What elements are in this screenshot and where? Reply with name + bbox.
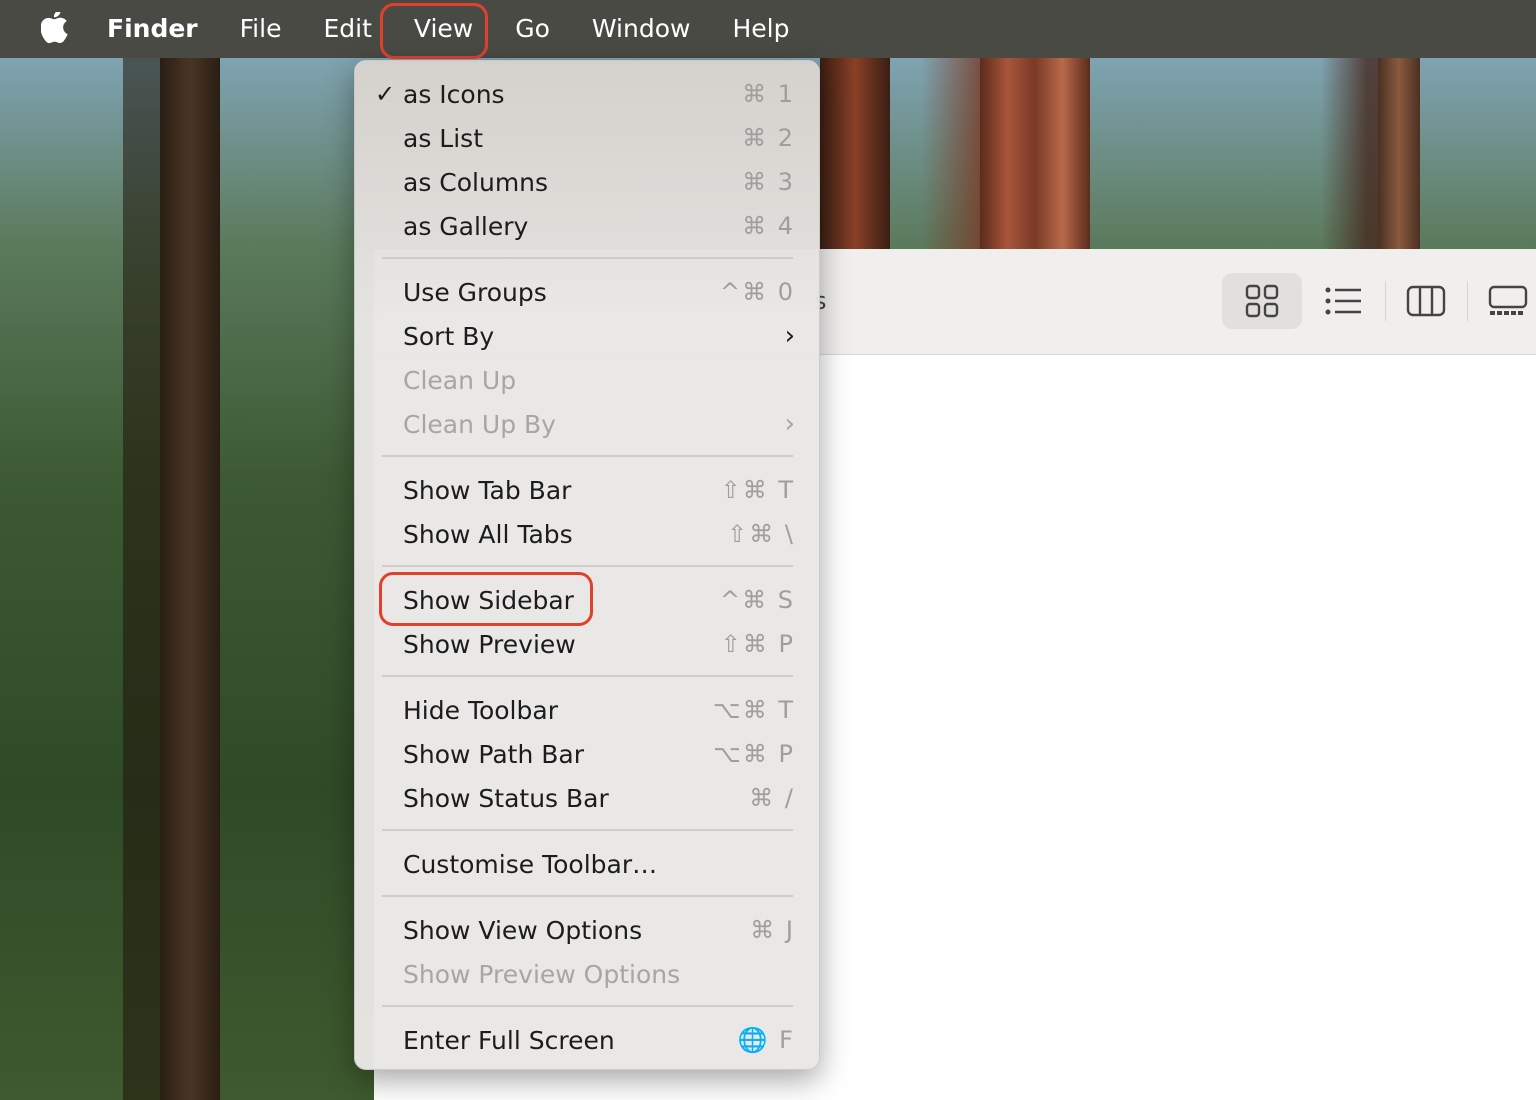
menubar-item-view[interactable]: View — [392, 0, 495, 58]
wallpaper-tree-trunk — [1378, 58, 1420, 250]
keyboard-shortcut: ⌥⌘ T — [713, 696, 795, 724]
menu-item-as-icons[interactable]: ✓ as Icons ⌘ 1 — [355, 72, 821, 116]
menu-item-show-tab-bar[interactable]: Show Tab Bar ⇧⌘ T — [355, 468, 821, 512]
gallery-view-button[interactable] — [1468, 273, 1536, 329]
icon-view-icon — [1245, 284, 1279, 318]
keyboard-shortcut: ⌘ 2 — [742, 124, 795, 152]
chevron-right-icon: › — [784, 321, 795, 351]
wallpaper-tree-trunk — [820, 58, 890, 250]
menu-separator — [382, 1005, 793, 1007]
menu-item-label: Show Path Bar — [403, 739, 585, 769]
menu-bar: Finder File Edit View Go Window Help — [0, 0, 1536, 58]
menu-item-as-list[interactable]: as List ⌘ 2 — [355, 116, 821, 160]
menu-item-show-preview-options: Show Preview Options — [355, 952, 821, 996]
menu-item-show-preview[interactable]: Show Preview ⇧⌘ P — [355, 622, 821, 666]
keyboard-shortcut: ^⌘ 0 — [719, 278, 795, 306]
menu-item-as-columns[interactable]: as Columns ⌘ 3 — [355, 160, 821, 204]
menu-item-label: Hide Toolbar — [403, 695, 558, 725]
keyboard-shortcut: ⌘ 4 — [742, 212, 795, 240]
keyboard-shortcut: ⌥⌘ P — [713, 740, 795, 768]
keyboard-shortcut: ⌘ J — [750, 916, 795, 944]
keyboard-shortcut: ⇧⌘ \ — [727, 520, 795, 548]
menu-item-label: Show Tab Bar — [403, 475, 572, 505]
menu-item-label: Show All Tabs — [403, 519, 573, 549]
menu-item-clean-up-by: Clean Up By › — [355, 402, 821, 446]
keyboard-shortcut: ⌘ 1 — [742, 80, 795, 108]
menu-item-label: as Gallery — [403, 211, 529, 241]
menu-item-show-status-bar[interactable]: Show Status Bar ⌘ / — [355, 776, 821, 820]
menu-item-as-gallery[interactable]: as Gallery ⌘ 4 — [355, 204, 821, 248]
keyboard-shortcut: ⌘ 3 — [742, 168, 795, 196]
checkmark-icon: ✓ — [375, 80, 396, 108]
view-dropdown-menu: ✓ as Icons ⌘ 1 as List ⌘ 2 as Columns ⌘ 3 as Ga… — [354, 60, 820, 1070]
menu-item-sort-by[interactable]: Sort By › — [355, 314, 821, 358]
apple-menu[interactable] — [36, 12, 76, 46]
keyboard-shortcut: ^⌘ S — [720, 586, 795, 614]
menubar-item-file[interactable]: File — [219, 0, 303, 58]
column-view-button[interactable] — [1386, 273, 1466, 329]
menubar-item-edit[interactable]: Edit — [302, 0, 392, 58]
menu-item-label: as Icons — [403, 79, 505, 109]
menu-item-show-path-bar[interactable]: Show Path Bar ⌥⌘ P — [355, 732, 821, 776]
keyboard-shortcut: ⌘ / — [749, 784, 795, 812]
menu-item-use-groups[interactable]: Use Groups ^⌘ 0 — [355, 270, 821, 314]
keyboard-shortcut: 🌐 F — [737, 1026, 795, 1054]
menu-separator — [382, 257, 793, 259]
menu-separator — [382, 675, 793, 677]
menu-item-label: Customise Toolbar… — [403, 849, 658, 879]
menu-item-show-sidebar[interactable]: Show Sidebar ^⌘ S — [355, 578, 821, 622]
icon-view-button[interactable] — [1222, 273, 1302, 329]
menubar-item-help[interactable]: Help — [711, 0, 810, 58]
menu-separator — [382, 895, 793, 897]
menu-item-customise-toolbar[interactable]: Customise Toolbar… — [355, 842, 821, 886]
menu-item-label: Show Preview — [403, 629, 576, 659]
menubar-item-go[interactable]: Go — [494, 0, 571, 58]
menu-item-label: Show Status Bar — [403, 783, 609, 813]
menu-item-label: Show View Options — [403, 915, 643, 945]
menu-item-clean-up: Clean Up — [355, 358, 821, 402]
menu-item-label: Enter Full Screen — [403, 1025, 615, 1055]
menu-item-label: Clean Up — [403, 365, 517, 395]
column-view-icon — [1406, 285, 1446, 317]
menubar-item-finder[interactable]: Finder — [86, 0, 219, 58]
gallery-view-icon — [1488, 285, 1528, 315]
menubar-item-window[interactable]: Window — [571, 0, 712, 58]
keyboard-shortcut: ⇧⌘ P — [720, 630, 795, 658]
list-view-button[interactable] — [1304, 273, 1384, 329]
menu-separator — [382, 829, 793, 831]
keyboard-shortcut: ⇧⌘ T — [720, 476, 795, 504]
menu-item-enter-full-screen[interactable]: Enter Full Screen 🌐 F — [355, 1018, 821, 1062]
menu-item-label: Show Preview Options — [403, 959, 681, 989]
menu-item-label: as List — [403, 123, 483, 153]
menu-item-show-all-tabs[interactable]: Show All Tabs ⇧⌘ \ — [355, 512, 821, 556]
menu-item-label: Clean Up By — [403, 409, 556, 439]
menu-separator — [382, 565, 793, 567]
wallpaper-tree-trunk — [980, 58, 1090, 250]
menu-item-label: Sort By — [403, 321, 495, 351]
menu-separator — [382, 455, 793, 457]
menu-item-label: as Columns — [403, 167, 549, 197]
menu-item-label: Show Sidebar — [403, 585, 574, 615]
wallpaper-tree-trunk — [160, 58, 220, 1100]
apple-logo-icon — [41, 12, 68, 44]
menu-item-show-view-options[interactable]: Show View Options ⌘ J — [355, 908, 821, 952]
chevron-right-icon: › — [784, 409, 795, 439]
menu-item-label: Use Groups — [403, 277, 547, 307]
list-view-icon — [1325, 287, 1361, 315]
menu-item-hide-toolbar[interactable]: Hide Toolbar ⌥⌘ T — [355, 688, 821, 732]
